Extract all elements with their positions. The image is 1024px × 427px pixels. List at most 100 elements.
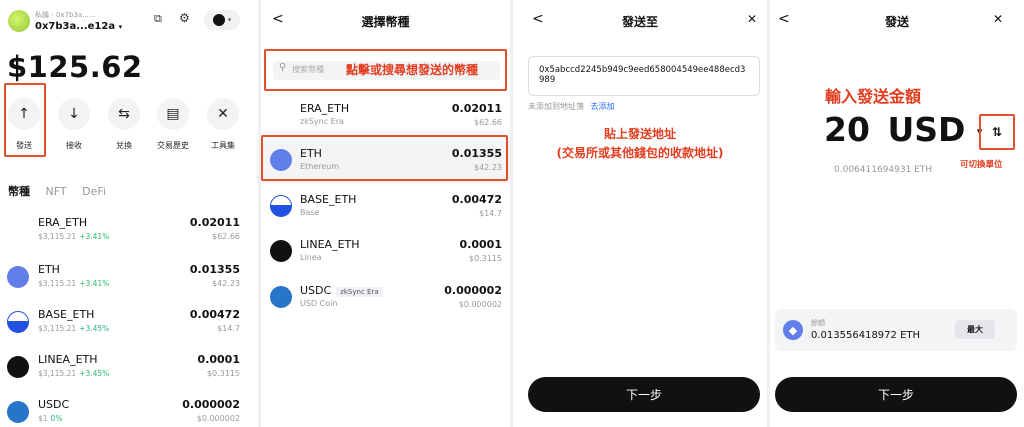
- action-swap-button[interactable]: ⇆: [108, 98, 140, 130]
- token-price: $3,115.21: [38, 232, 77, 241]
- close-icon[interactable]: ✕: [747, 12, 757, 26]
- token-row[interactable]: [0, 345, 258, 389]
- close-icon[interactable]: ✕: [993, 12, 1003, 26]
- token-value: $0.3115: [206, 369, 240, 378]
- token-name: BASE_ETH: [38, 308, 95, 321]
- unit-switch-button[interactable]: ⇅: [979, 114, 1015, 150]
- amount-value: 20: [824, 110, 870, 149]
- action-label: 交易歷史: [157, 141, 189, 150]
- network-selector[interactable]: ▾: [204, 10, 240, 30]
- tab-nft[interactable]: NFT: [46, 185, 67, 198]
- token-value: $14.7: [217, 324, 240, 333]
- token-row[interactable]: [0, 208, 258, 252]
- annotation-box-eth: [261, 135, 508, 181]
- action-tools-button[interactable]: ✕: [207, 98, 239, 130]
- add-address-link[interactable]: 去添加: [591, 102, 615, 111]
- token-value: $0.000002: [196, 414, 240, 423]
- total-balance: $125.62: [7, 50, 143, 84]
- annotation-box-send: [4, 83, 46, 157]
- action-history-button[interactable]: ▤: [157, 98, 189, 130]
- coin-name: USDC: [300, 284, 332, 297]
- swap-icon: ⇆: [118, 106, 130, 122]
- coin-amount: 0.00472: [451, 193, 502, 206]
- token-price-line: $3,115.21 +3.41%: [38, 232, 109, 241]
- coin-amount: 0.000002: [444, 284, 502, 297]
- token-value: $42.23: [212, 279, 240, 288]
- linea-icon: [7, 356, 29, 378]
- network-tag: zkSync Era: [336, 287, 383, 297]
- swap-vertical-icon: ⇅: [991, 125, 1003, 139]
- token-name: LINEA_ETH: [38, 353, 98, 366]
- history-icon: ▤: [166, 106, 180, 122]
- token-change: +3.41%: [79, 279, 110, 288]
- token-amount: 0.000002: [182, 398, 240, 411]
- coin-network: Linea: [300, 253, 322, 262]
- eth-icon: ◆: [783, 320, 803, 340]
- amount-display[interactable]: 20 USD ▾: [824, 110, 982, 149]
- asset-tabs: 幣種 NFT DeFi: [8, 183, 106, 199]
- coin-name-line: LINEA_ETH: [300, 238, 360, 251]
- tab-tokens[interactable]: 幣種: [8, 185, 30, 198]
- token-value: $62.66: [212, 232, 240, 241]
- usdc-icon: [270, 286, 292, 308]
- token-price: $3,115.21: [38, 279, 77, 288]
- next-button[interactable]: 下一步: [528, 377, 760, 412]
- coin-amount: 0.0001: [459, 238, 502, 251]
- search-placeholder: 搜索幣種: [292, 65, 324, 74]
- annotation-select-coin: 點擊或搜尋想發送的幣種: [346, 63, 479, 77]
- coin-name-line: ERA_ETH: [300, 102, 349, 115]
- tab-defi[interactable]: DeFi: [82, 185, 106, 198]
- eth-equivalent: 0.006411694931 ETH: [834, 165, 933, 175]
- token-amount: 0.02011: [189, 216, 240, 229]
- token-amount: 0.00472: [189, 308, 240, 321]
- token-change: 0%: [50, 414, 63, 423]
- account-address: 0x7b3a...e12a: [35, 21, 116, 32]
- annotation-address-hint: (交易所或其他錢包的收款地址): [556, 146, 724, 160]
- annotation-switch-unit: 可切換單位: [960, 160, 1003, 170]
- token-price-line: $3,115.21 +3.41%: [38, 279, 109, 288]
- address-value: 0x5abccd2245b949c9eed658004549ee488ecd39…: [539, 65, 746, 85]
- send-amount-panel: < 發送 ✕ 輸入發送金額 20 USD ▾ ⇅ 0.006411694931 …: [770, 0, 1024, 427]
- coin-network: USD Coin: [300, 299, 338, 308]
- coin-value: $62.66: [474, 118, 502, 127]
- token-amount: 0.0001: [197, 353, 240, 366]
- copy-icon[interactable]: ⧉: [154, 12, 162, 26]
- page-title: 選擇幣種: [361, 15, 410, 29]
- action-arrow-down-button[interactable]: ↓: [58, 98, 90, 130]
- coin-name: LINEA_ETH: [300, 238, 360, 251]
- coin-name: BASE_ETH: [300, 193, 357, 206]
- select-coin-panel: < 選擇幣種 ⚲ 搜索幣種 點擊或搜尋想發送的幣種 ERA_ETH zkSync …: [261, 0, 510, 427]
- token-change: +3.45%: [79, 324, 110, 333]
- token-price: $3,115.21: [38, 324, 77, 333]
- coin-amount: 0.02011: [451, 102, 502, 115]
- balance-card: ◆ 餘額 0.013556418972 ETH 最大: [775, 309, 1017, 351]
- usdc-icon: [7, 401, 29, 423]
- linea-icon: [270, 240, 292, 262]
- token-price-line: $1 0%: [38, 414, 62, 423]
- max-button[interactable]: 最大: [955, 320, 995, 339]
- era-icon: [7, 219, 29, 241]
- token-row[interactable]: [0, 255, 258, 299]
- annotation-enter-amount: 輸入發送金額: [825, 87, 922, 106]
- action-label: 兌換: [116, 141, 132, 150]
- token-name: USDC: [38, 398, 70, 411]
- wallet-panel: 私鑰 - 0x7b3a...... 0x7b3a...e12a ▾ ⧉ ⚙ ▾ …: [0, 0, 258, 427]
- account-selector[interactable]: 0x7b3a...e12a ▾: [35, 21, 122, 32]
- next-button[interactable]: 下一步: [775, 377, 1017, 412]
- avatar[interactable]: [8, 10, 30, 32]
- balance-label: 餘額: [811, 319, 825, 327]
- search-input[interactable]: ⚲ 搜索幣種 點擊或搜尋想發送的幣種: [264, 49, 507, 91]
- token-row[interactable]: [0, 300, 258, 344]
- send-to-panel: < 發送至 ✕ 0x5abccd2245b949c9eed658004549ee…: [513, 0, 767, 427]
- coin-name-line: BASE_ETH: [300, 193, 356, 206]
- account-label: 私鑰 - 0x7b3a......: [35, 11, 96, 19]
- caret-down-icon: ▾: [227, 16, 232, 24]
- not-in-addressbook: 未添加到地址簿: [528, 102, 584, 111]
- token-price-line: $3,115.21 +3.45%: [38, 324, 109, 333]
- action-label: 接收: [66, 141, 82, 150]
- balance-value: 0.013556418972 ETH: [811, 330, 921, 341]
- address-input[interactable]: 0x5abccd2245b949c9eed658004549ee488ecd39…: [528, 56, 760, 96]
- coin-name-line: USDC zkSync Era: [300, 284, 383, 297]
- arrow-down-icon: ↓: [68, 106, 80, 122]
- gear-icon[interactable]: ⚙: [179, 11, 190, 25]
